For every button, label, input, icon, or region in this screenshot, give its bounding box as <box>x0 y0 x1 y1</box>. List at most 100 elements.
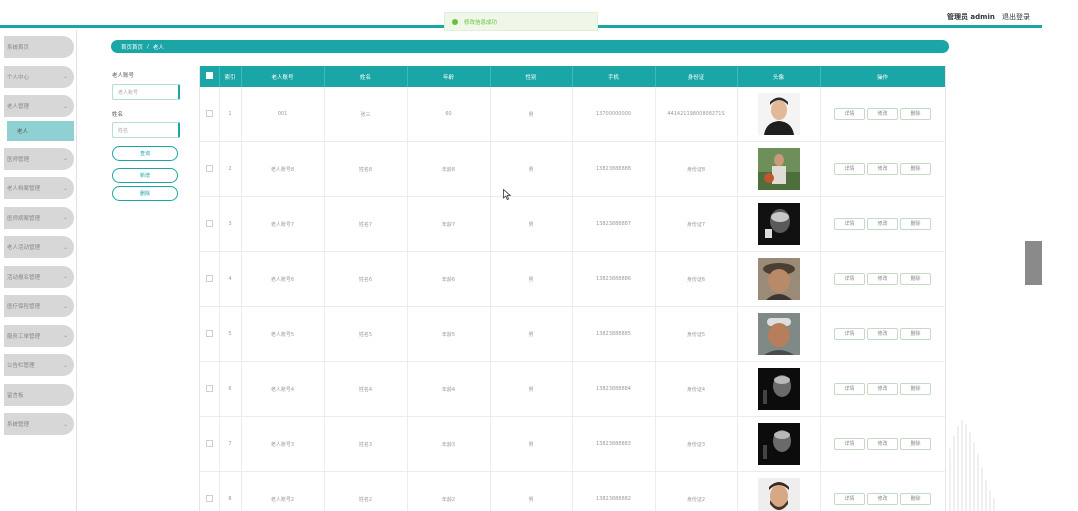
avatar <box>757 478 800 511</box>
row-select-cell[interactable] <box>200 87 220 142</box>
sidebar: 系统首页 个人中心 ⌄ 老人管理 ⌄ 老人 医师管理 ⌄ 老人档案管理 ⌄ 医师病案管理 ⌄ 老人活动管… <box>4 36 74 443</box>
row-select-cell[interactable] <box>200 471 220 511</box>
column-header: 身份证 <box>655 66 738 87</box>
select-all-checkbox[interactable] <box>205 72 213 79</box>
sidebar-item[interactable]: 留言板 <box>4 383 74 406</box>
cell-account: 老人账号6 <box>241 251 325 307</box>
cell-actions: 详情 修改 删除 <box>820 196 945 252</box>
cell-name: 姓名5 <box>324 306 408 362</box>
column-header: 头像 <box>737 66 821 87</box>
row-select-cell[interactable] <box>200 361 220 417</box>
column-header: 年龄 <box>407 66 491 87</box>
column-header: 手机 <box>572 66 656 87</box>
row-select-cell[interactable] <box>200 306 220 362</box>
cell-index: 6 <box>219 361 242 417</box>
query-button[interactable]: 查询 <box>112 146 178 161</box>
breadcrumb-home[interactable]: 首页首页 <box>121 43 143 51</box>
sidebar-item[interactable]: 个人中心 ⌄ <box>4 65 74 88</box>
cell-age: 年龄2 <box>407 471 491 511</box>
row-select-cell[interactable] <box>200 141 220 197</box>
cell-index: 3 <box>219 196 242 252</box>
edit-button[interactable]: 修改 <box>867 493 898 505</box>
logout-link[interactable]: 退出登录 <box>1002 12 1030 22</box>
detail-button[interactable]: 详情 <box>834 493 865 505</box>
edit-button[interactable]: 修改 <box>867 438 898 450</box>
detail-button[interactable]: 详情 <box>834 383 865 395</box>
row-select-cell[interactable] <box>200 196 220 252</box>
account-filter-input[interactable]: 老人账号 <box>112 84 180 100</box>
edit-button[interactable]: 修改 <box>867 383 898 395</box>
scrollbar-thumb[interactable] <box>1025 241 1042 285</box>
row-checkbox[interactable] <box>205 109 213 117</box>
sidebar-item[interactable]: 老人档案管理 ⌄ <box>4 177 74 199</box>
row-checkbox[interactable] <box>205 439 213 447</box>
delete-button[interactable]: 删除 <box>900 108 931 120</box>
detail-button[interactable]: 详情 <box>834 218 865 230</box>
sidebar-item[interactable]: 医疗保险管理 ⌄ <box>4 295 74 317</box>
row-checkbox[interactable] <box>205 274 213 282</box>
table-row: 7 老人账号3 姓名3 年龄3 男 13823888883 身份证3 详情 修改 删除 <box>200 416 945 472</box>
delete-button[interactable]: 删除 <box>900 328 931 340</box>
cell-index: 7 <box>219 416 242 472</box>
sidebar-item[interactable]: 医师病案管理 ⌄ <box>4 206 74 229</box>
cell-index: 1 <box>219 87 242 142</box>
delete-button[interactable]: 删除 <box>900 438 931 450</box>
row-checkbox[interactable] <box>205 329 213 337</box>
delete-button[interactable]: 删除 <box>900 218 931 230</box>
cell-age: 年龄5 <box>407 306 491 362</box>
delete-button[interactable]: 删除 <box>900 163 931 175</box>
detail-button[interactable]: 详情 <box>834 273 865 285</box>
sidebar-item[interactable]: 医师管理 ⌄ <box>4 147 74 170</box>
row-checkbox[interactable] <box>205 384 213 392</box>
sidebar-item[interactable]: 公告栏管理 ⌄ <box>4 354 74 376</box>
row-checkbox[interactable] <box>205 219 213 227</box>
sidebar-divider <box>76 30 77 511</box>
column-header: 老人账号 <box>241 66 325 87</box>
row-select-cell[interactable] <box>200 251 220 307</box>
sidebar-item[interactable]: 系统首页 <box>4 36 74 58</box>
cell-actions: 详情 修改 删除 <box>820 416 945 472</box>
cell-actions: 详情 修改 删除 <box>820 471 945 511</box>
row-checkbox[interactable] <box>205 164 213 172</box>
cell-phone: 13700000000 <box>572 87 656 142</box>
detail-button[interactable]: 详情 <box>834 328 865 340</box>
name-filter-input[interactable]: 姓名 <box>112 122 180 138</box>
sidebar-item[interactable]: 活动报名管理 ⌄ <box>4 265 74 288</box>
delete-button[interactable]: 删除 <box>900 493 931 505</box>
cell-avatar <box>737 306 821 362</box>
edit-button[interactable]: 修改 <box>867 163 898 175</box>
sidebar-item[interactable]: 服务工单管理 ⌄ <box>4 324 74 347</box>
edit-button[interactable]: 修改 <box>867 273 898 285</box>
sidebar-item[interactable]: 系统管理 ⌄ <box>4 413 74 435</box>
avatar <box>757 93 800 135</box>
edit-button[interactable]: 修改 <box>867 218 898 230</box>
chevron-down-icon: ⌄ <box>62 361 68 369</box>
edit-button[interactable]: 修改 <box>867 108 898 120</box>
column-header: 性别 <box>490 66 573 87</box>
sidebar-item[interactable]: 老人活动管理 ⌄ <box>4 236 74 258</box>
cell-gender: 男 <box>490 416 573 472</box>
sidebar-item-label: 老人活动管理 <box>7 245 41 251</box>
delete-button[interactable]: 删除 <box>900 383 931 395</box>
delete-button[interactable]: 删除 <box>900 273 931 285</box>
chevron-down-icon: ⌄ <box>62 243 68 251</box>
cell-account: 老人账号4 <box>241 361 325 417</box>
add-button[interactable]: 新增 <box>112 168 178 183</box>
edit-button[interactable]: 修改 <box>867 328 898 340</box>
cell-gender: 男 <box>490 251 573 307</box>
sidebar-item[interactable]: 老人管理 ⌄ <box>4 95 74 117</box>
detail-button[interactable]: 详情 <box>834 163 865 175</box>
detail-button[interactable]: 详情 <box>834 438 865 450</box>
sidebar-item-label: 个人中心 <box>7 74 30 81</box>
sidebar-item-label: 系统管理 <box>7 422 30 428</box>
mouse-cursor-icon <box>503 189 511 200</box>
cell-gender: 男 <box>490 87 573 142</box>
select-all-header[interactable] <box>200 66 220 87</box>
row-select-cell[interactable] <box>200 416 220 472</box>
detail-button[interactable]: 详情 <box>834 108 865 120</box>
sidebar-subitem-elders[interactable]: 老人 <box>7 120 74 141</box>
row-checkbox[interactable] <box>205 494 213 502</box>
batch-delete-button[interactable]: 删除 <box>112 186 178 201</box>
account-filter-label: 老人账号 <box>112 73 135 79</box>
toast-message: 修改信息成功 <box>464 19 498 26</box>
